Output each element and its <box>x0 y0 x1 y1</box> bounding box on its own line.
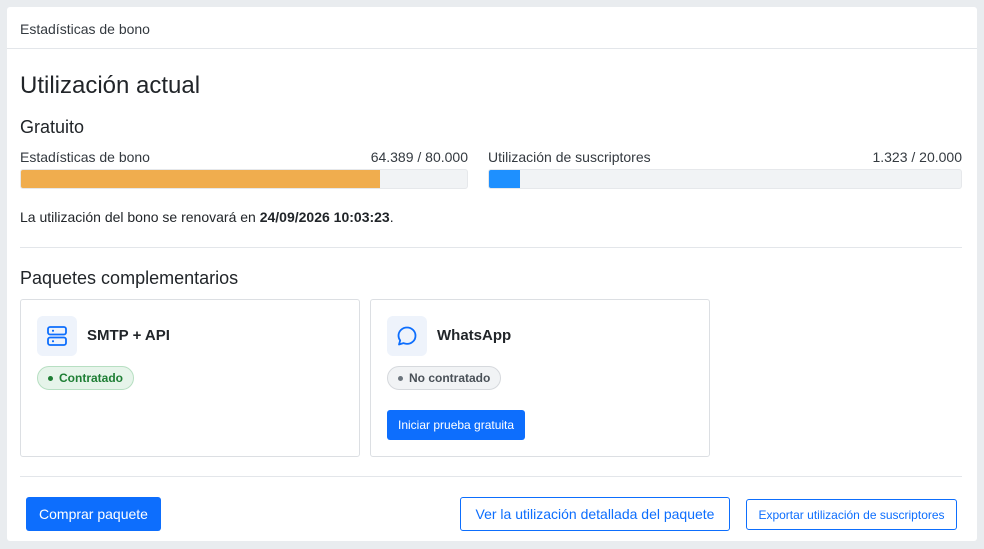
chat-bubble-icon <box>387 316 427 356</box>
addon-card-whatsapp: WhatsApp No contratado Iniciar prueba gr… <box>370 299 710 457</box>
server-icon <box>37 316 77 356</box>
status-badge: Contratado <box>37 366 134 390</box>
addons-title: Paquetes complementarios <box>20 268 239 288</box>
status-label: Contratado <box>59 371 123 385</box>
page-title: Utilización actual <box>20 72 201 99</box>
card-body: Utilización actual Gratuito Estadísticas… <box>20 49 962 541</box>
renewal-suffix: . <box>389 209 394 225</box>
status-label: No contratado <box>409 371 491 385</box>
bono-stats-meter: Estadísticas de bono 64.389 / 80.000 <box>20 149 468 189</box>
view-detailed-usage-button[interactable]: Ver la utilización detallada del paquete <box>460 497 730 531</box>
progress-fill <box>489 170 521 188</box>
buy-package-button[interactable]: Comprar paquete <box>26 497 161 531</box>
meter-value: 1.323 / 20.000 <box>872 149 962 165</box>
progress-track <box>488 169 962 189</box>
plan-name: Gratuito <box>20 117 85 137</box>
export-subscribers-usage-button[interactable]: Exportar utilización de suscriptores <box>746 499 957 530</box>
meter-label: Estadísticas de bono <box>20 149 150 165</box>
start-free-trial-button[interactable]: Iniciar prueba gratuita <box>387 410 526 440</box>
addon-name: WhatsApp <box>437 327 512 344</box>
status-dot-icon <box>48 375 53 381</box>
progress-track <box>20 169 468 189</box>
meter-value: 64.389 / 80.000 <box>370 149 468 165</box>
addon-card-smtp: SMTP + API Contratado <box>20 299 360 457</box>
divider <box>20 247 962 248</box>
renewal-date: 24/09/2026 10:03:23 <box>259 209 390 225</box>
divider <box>20 476 962 477</box>
usage-card: Estadísticas de bono Utilización actual … <box>7 7 977 541</box>
subscribers-meter: Utilización de suscriptores 1.323 / 20.0… <box>488 149 962 189</box>
renewal-text: La utilización del bono se renovará en <box>20 209 260 225</box>
status-dot-icon <box>398 375 403 381</box>
card-header: Estadísticas de bono <box>7 7 977 49</box>
renewal-notice: La utilización del bono se renovará en 2… <box>20 209 394 225</box>
header-title: Estadísticas de bono <box>20 21 150 37</box>
meter-label: Utilización de suscriptores <box>488 149 651 165</box>
progress-fill <box>21 170 380 188</box>
status-badge: No contratado <box>387 366 502 390</box>
addon-name: SMTP + API <box>87 327 170 344</box>
